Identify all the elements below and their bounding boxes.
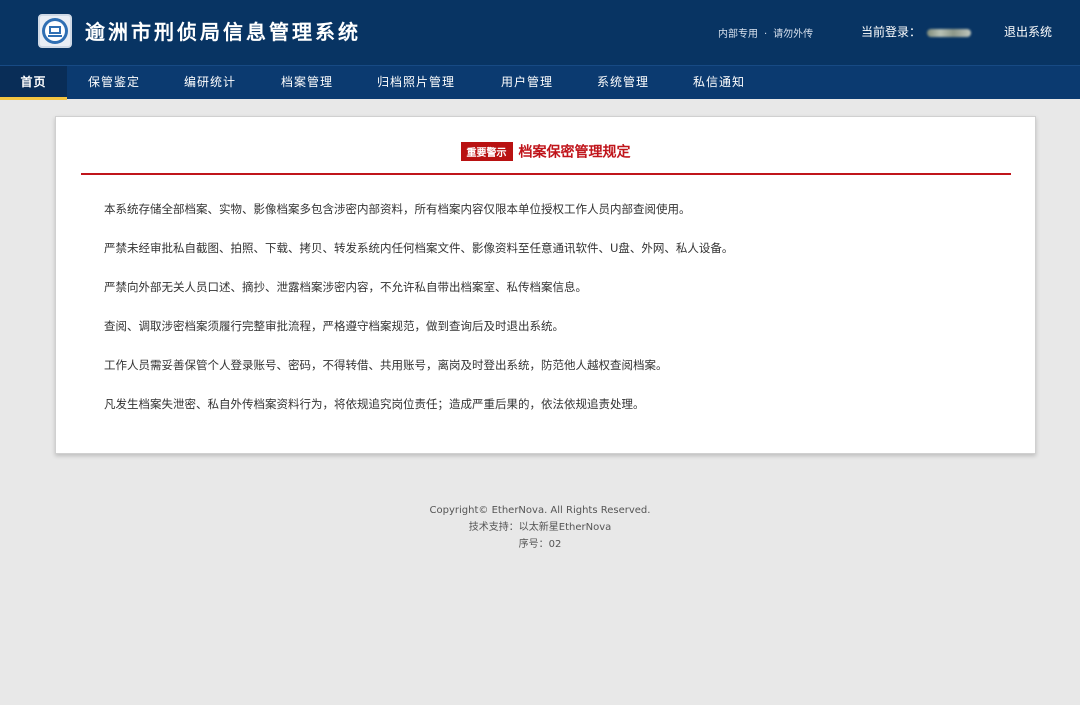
warning-badge: 重要警示 (460, 142, 513, 161)
nav-photo-archive[interactable]: 归档照片管理 (377, 66, 455, 100)
notice-internal: 内部专用 (718, 29, 758, 40)
nav-archive-management[interactable]: 档案管理 (281, 66, 333, 100)
rule-paragraph: 查阅、调取涉密档案须履行完整审批流程，严格遵守档案规范，做到查询后及时退出系统。 (104, 319, 564, 333)
blurred-username (927, 28, 972, 37)
top-header: 逾洲市刑侦局信息管理系统 内部专用 · 请勿外传 当前登录： 退出系统 (0, 0, 1080, 65)
serial-number: 序号：02 (518, 539, 562, 550)
page-footer: Copyright© EtherNova. All Rights Reserve… (0, 502, 1080, 553)
nav-storage-appraisal[interactable]: 保管鉴定 (88, 66, 140, 100)
app-title: 逾洲市刑侦局信息管理系统 (85, 20, 361, 44)
main-nav: 首页 保管鉴定 编研统计 档案管理 归档照片管理 用户管理 系统管理 私信通知 (0, 65, 1080, 100)
nav-system-management[interactable]: 系统管理 (597, 66, 649, 100)
notice-no-distribute: 请勿外传 (773, 29, 814, 40)
panel-title: 档案保密管理规定 (518, 144, 631, 161)
nav-home[interactable]: 首页 (0, 66, 67, 100)
notice-separator: · (764, 29, 768, 40)
rule-paragraph: 凡发生档案失泄密、私自外传档案资料行为，将依规追究岗位责任；造成严重后果的，依法… (104, 397, 645, 411)
copyright-text: Copyright© EtherNova. All Rights Reserve… (429, 505, 651, 516)
logout-button[interactable]: 退出系统 (1004, 23, 1052, 40)
regulation-panel: 重要警示 档案保密管理规定 本系统存储全部档案、实物、影像档案多包含涉密内部资料，… (55, 116, 1036, 454)
current-login: 当前登录： (861, 23, 972, 40)
rule-paragraph: 工作人员需妥善保管个人登录账号、密码，不得转借、共用账号，离岗及时登出系统，防范… (104, 358, 668, 372)
rule-paragraph: 本系统存储全部档案、实物、影像档案多包含涉密内部资料，所有档案内容仅限本单位授权… (104, 202, 691, 216)
rule-paragraph: 严禁向外部无关人员口述、摘抄、泄露档案涉密内容，不允许私自带出档案室、私传档案信… (104, 280, 587, 294)
bureau-emblem-icon (38, 14, 72, 48)
panel-heading: 重要警示 档案保密管理规定 (56, 141, 1035, 162)
tech-support-text: 技术支持：以太新星EtherNova (468, 522, 612, 533)
nav-private-messages[interactable]: 私信通知 (693, 66, 745, 100)
rule-paragraph: 严禁未经审批私自截图、拍照、下载、拷贝、转发系统内任何档案文件、影像资料至任意通… (104, 241, 734, 255)
login-label: 当前登录： (861, 25, 922, 39)
title-divider (81, 173, 1011, 175)
nav-user-management[interactable]: 用户管理 (501, 66, 553, 100)
confidential-notice: 内部专用 · 请勿外传 (718, 25, 813, 40)
nav-compilation-stats[interactable]: 编研统计 (184, 66, 236, 100)
